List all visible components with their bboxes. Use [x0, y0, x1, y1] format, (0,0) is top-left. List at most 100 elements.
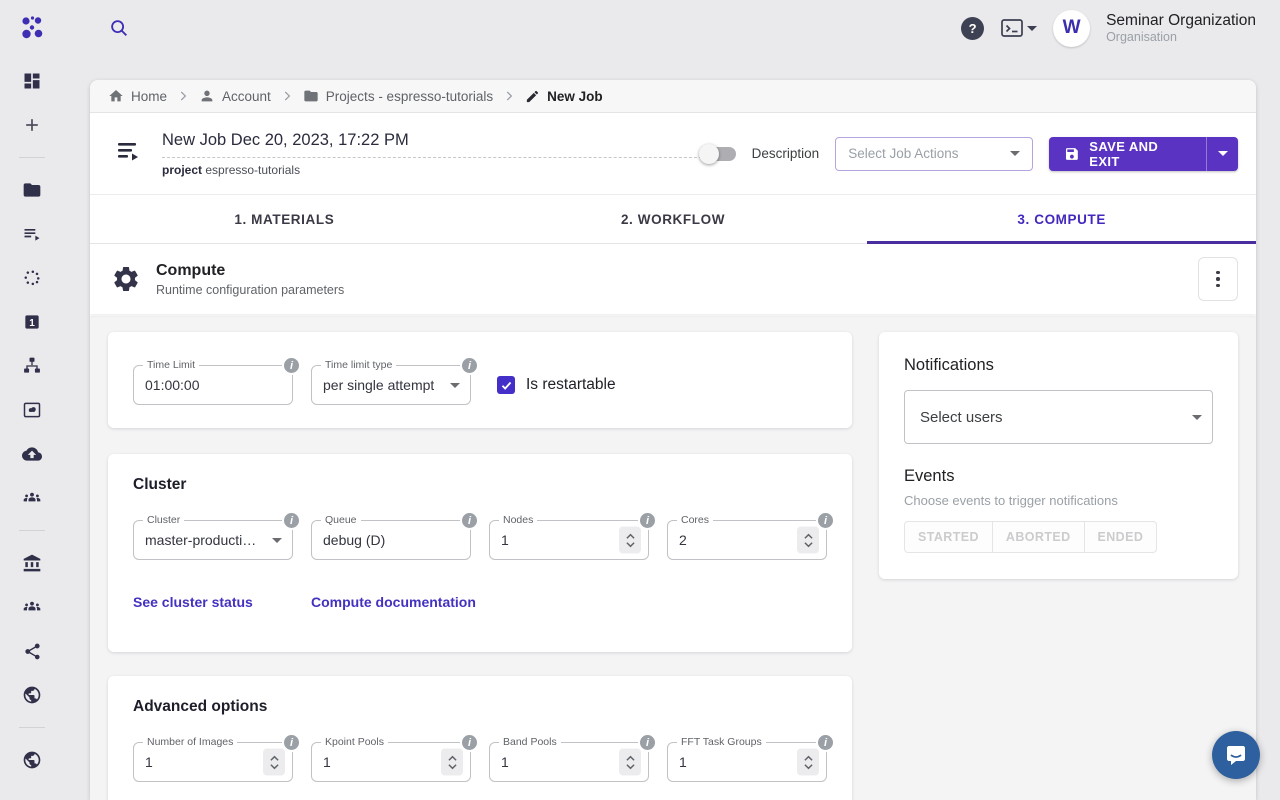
console-caret-icon	[1027, 26, 1037, 31]
project-label: project	[162, 163, 202, 177]
gear-icon	[108, 264, 144, 294]
number-stepper[interactable]	[619, 749, 641, 776]
event-aborted-button[interactable]: ABORTED	[992, 521, 1085, 553]
band-pools-field[interactable]: Band Pools 1 i	[489, 742, 649, 782]
chevron-down-icon	[1192, 415, 1202, 420]
info-icon[interactable]: i	[460, 733, 479, 752]
chevron-down-icon	[272, 538, 282, 543]
home-icon	[108, 88, 124, 104]
avatar[interactable]: W	[1053, 10, 1090, 47]
number-stepper[interactable]	[441, 749, 463, 776]
notifications-title: Notifications	[904, 356, 1213, 375]
topbar: ? W Seminar Organization Organisation	[64, 0, 1280, 56]
nodes-field[interactable]: Nodes 1 i	[489, 520, 649, 560]
events-title: Events	[904, 467, 1213, 486]
info-icon[interactable]: i	[460, 511, 479, 530]
time-limit-field[interactable]: Time Limit 01:00:00 i	[133, 365, 293, 405]
info-icon[interactable]: i	[638, 511, 657, 530]
breadcrumb-projects[interactable]: Projects - espresso-tutorials	[303, 88, 493, 104]
info-icon[interactable]: i	[282, 511, 301, 530]
jobs-icon[interactable]	[20, 222, 44, 246]
cluster-status-link[interactable]: See cluster status	[133, 594, 311, 610]
number-stepper[interactable]	[619, 527, 641, 554]
svg-text:1: 1	[29, 318, 35, 329]
save-dropdown-button[interactable]	[1206, 137, 1238, 171]
images-icon[interactable]	[20, 398, 44, 422]
number-of-images-field[interactable]: Number of Images 1 i	[133, 742, 293, 782]
chevron-right-icon	[502, 89, 516, 103]
advanced-options-card: Advanced options Number of Images 1 i Kp…	[108, 676, 852, 800]
kebab-menu-button[interactable]	[1198, 257, 1238, 301]
chat-launcher-button[interactable]	[1212, 731, 1260, 779]
sidebar-divider	[19, 530, 45, 531]
entity-bank-icon[interactable]: 1	[20, 310, 44, 334]
tab-compute[interactable]: 3. COMPUTE	[867, 195, 1256, 243]
number-stepper[interactable]	[797, 527, 819, 554]
description-toggle[interactable]	[702, 147, 736, 161]
info-icon[interactable]: i	[816, 733, 835, 752]
job-header: New Job Dec 20, 2023, 17:22 PM project e…	[90, 113, 1256, 195]
sidebar-divider	[19, 727, 45, 728]
select-users-dropdown[interactable]: Select users	[904, 390, 1213, 444]
help-icon[interactable]: ?	[961, 17, 984, 40]
main-panel: Home Account Projects - espresso-tutoria…	[90, 80, 1256, 800]
organization-icon[interactable]	[20, 551, 44, 575]
sidebar: 1	[0, 0, 64, 800]
tab-materials[interactable]: 1. MATERIALS	[90, 195, 479, 243]
info-icon[interactable]: i	[816, 511, 835, 530]
compute-form-body: Time Limit 01:00:00 i Time limit type pe…	[90, 316, 1256, 800]
share-icon[interactable]	[20, 639, 44, 663]
job-list-icon[interactable]	[114, 138, 142, 169]
community-icon[interactable]	[20, 595, 44, 619]
chevron-right-icon	[176, 89, 190, 103]
compute-title: Compute	[156, 262, 344, 280]
is-restartable-checkbox[interactable]: Is restartable	[497, 376, 616, 394]
compute-subtitle: Runtime configuration parameters	[156, 283, 344, 297]
save-icon	[1064, 146, 1080, 162]
org-subtitle: Organisation	[1106, 30, 1256, 46]
info-icon[interactable]: i	[638, 733, 657, 752]
number-stepper[interactable]	[263, 749, 285, 776]
add-icon[interactable]	[20, 113, 44, 137]
web-icon[interactable]	[20, 683, 44, 707]
search-icon[interactable]	[108, 17, 130, 39]
dashboard-icon[interactable]	[20, 69, 44, 93]
cloud-upload-icon[interactable]	[20, 442, 44, 466]
info-icon[interactable]: i	[460, 356, 479, 375]
edit-icon	[525, 89, 540, 104]
mat3ra-logo-icon[interactable]	[18, 14, 46, 42]
event-started-button[interactable]: STARTED	[904, 521, 993, 553]
org-menu[interactable]: Seminar Organization Organisation	[1106, 11, 1256, 46]
console-icon[interactable]	[1000, 18, 1037, 38]
web-partial-icon[interactable]	[20, 748, 44, 772]
team-icon[interactable]	[20, 486, 44, 510]
compute-docs-link[interactable]: Compute documentation	[311, 594, 476, 610]
chat-bubble-icon	[1224, 743, 1248, 767]
projects-folder-icon[interactable]	[20, 178, 44, 202]
tab-workflow[interactable]: 2. WORKFLOW	[479, 195, 868, 243]
kpoint-pools-field[interactable]: Kpoint Pools 1 i	[311, 742, 471, 782]
cluster-select[interactable]: Cluster master-productio... i	[133, 520, 293, 560]
sidebar-divider	[19, 157, 45, 158]
save-and-exit-button[interactable]: SAVE AND EXIT	[1049, 137, 1206, 171]
time-limit-type-select[interactable]: Time limit type per single attempt i	[311, 365, 471, 405]
materials-icon[interactable]	[20, 266, 44, 290]
info-icon[interactable]: i	[282, 733, 301, 752]
cores-field[interactable]: Cores 2 i	[667, 520, 827, 560]
breadcrumb-home[interactable]: Home	[108, 88, 167, 104]
fft-task-groups-field[interactable]: FFT Task Groups 1 i	[667, 742, 827, 782]
cluster-title: Cluster	[133, 476, 827, 494]
chevron-right-icon	[280, 89, 294, 103]
event-ended-button[interactable]: ENDED	[1084, 521, 1158, 553]
number-stepper[interactable]	[797, 749, 819, 776]
job-title-input[interactable]: New Job Dec 20, 2023, 17:22 PM	[162, 131, 702, 158]
advanced-title: Advanced options	[133, 698, 827, 716]
job-actions-select[interactable]: Select Job Actions	[835, 137, 1033, 171]
breadcrumb-account[interactable]: Account	[199, 88, 271, 104]
chevron-down-icon	[450, 383, 460, 388]
queue-field[interactable]: Queue debug (D) i	[311, 520, 471, 560]
info-icon[interactable]: i	[282, 356, 301, 375]
workflows-icon[interactable]	[20, 354, 44, 378]
breadcrumb-new-job[interactable]: New Job	[525, 89, 603, 104]
breadcrumb: Home Account Projects - espresso-tutoria…	[90, 80, 1256, 113]
